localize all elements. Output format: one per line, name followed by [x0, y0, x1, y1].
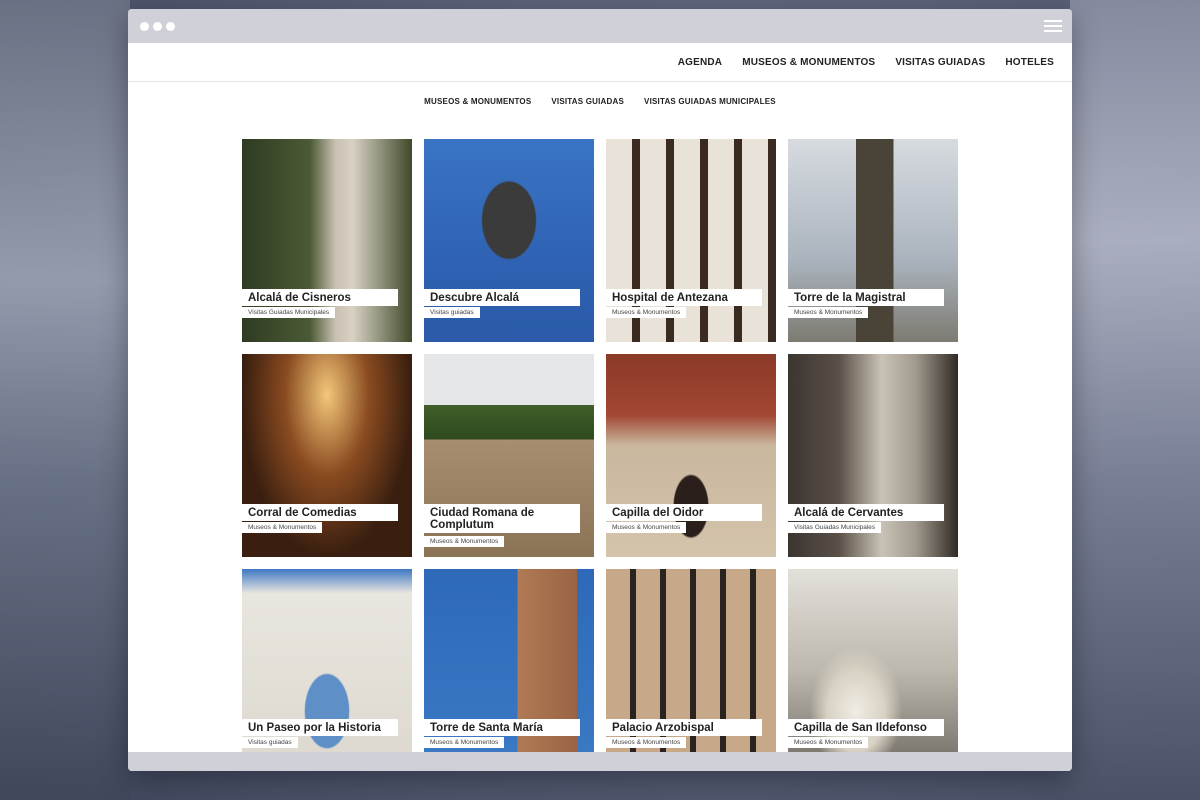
- card-hospital-de-antezana[interactable]: Hospital de Antezana Museos & Monumentos: [606, 139, 776, 342]
- card-category: Visitas Guiadas Municipales: [788, 522, 882, 533]
- hamburger-menu-icon[interactable]: [1044, 20, 1062, 32]
- nav-agenda[interactable]: AGENDA: [678, 57, 723, 68]
- card-torre-de-santa-maria[interactable]: Torre de Santa María Museos & Monumentos: [424, 569, 594, 771]
- card-palacio-arzobispal[interactable]: Palacio Arzobispal Museos & Monumentos: [606, 569, 776, 771]
- card-category: Visitas guiadas: [242, 737, 298, 748]
- card-category: Museos & Monumentos: [788, 307, 869, 318]
- nav-museos-monumentos[interactable]: MUSEOS & MONUMENTOS: [742, 57, 875, 68]
- card-title: Palacio Arzobispal: [606, 719, 762, 736]
- nav-hoteles[interactable]: HOTELES: [1005, 57, 1054, 68]
- background-right: [1070, 0, 1200, 800]
- filter-museos-monumentos[interactable]: MUSEOS & MONUMENTOS: [424, 97, 531, 106]
- card-title: Descubre Alcalá: [424, 289, 580, 306]
- card-title: Torre de Santa María: [424, 719, 580, 736]
- background-left: [0, 0, 130, 800]
- card-capilla-del-oidor[interactable]: Capilla del Oidor Museos & Monumentos: [606, 354, 776, 557]
- card-title: Torre de la Magistral: [788, 289, 944, 306]
- card-category: Visitas guiadas: [424, 307, 480, 318]
- card-category: Museos & Monumentos: [424, 737, 505, 748]
- window-dot-icon[interactable]: [166, 21, 175, 31]
- card-descubre-alcala[interactable]: Descubre Alcalá Visitas guiadas: [424, 139, 594, 342]
- window-controls[interactable]: [140, 21, 175, 31]
- filter-visitas-guiadas[interactable]: VISITAS GUIADAS: [551, 97, 624, 106]
- browser-window: AGENDA MUSEOS & MONUMENTOS VISITAS GUIAD…: [128, 9, 1072, 771]
- card-title: Un Paseo por la Historia: [242, 719, 398, 736]
- card-un-paseo-por-la-historia[interactable]: Un Paseo por la Historia Visitas guiadas: [242, 569, 412, 771]
- filter-visitas-guiadas-municipales[interactable]: VISITAS GUIADAS MUNICIPALES: [644, 97, 776, 106]
- window-dot-icon[interactable]: [153, 21, 162, 31]
- card-title: Alcalá de Cervantes: [788, 504, 944, 521]
- card-category: Museos & Monumentos: [788, 737, 869, 748]
- card-title: Hospital de Antezana: [606, 289, 762, 306]
- card-corral-de-comedias[interactable]: Corral de Comedias Museos & Monumentos: [242, 354, 412, 557]
- card-category: Museos & Monumentos: [606, 737, 687, 748]
- card-category: Museos & Monumentos: [606, 307, 687, 318]
- card-category: Museos & Monumentos: [606, 522, 687, 533]
- card-category: Museos & Monumentos: [424, 536, 505, 547]
- card-category: Visitas Guiadas Municipales: [242, 307, 336, 318]
- card-title: Alcalá de Cisneros: [242, 289, 398, 306]
- card-grid: Alcalá de Cisneros Visitas Guiadas Munic…: [242, 139, 958, 771]
- window-titlebar: [128, 9, 1072, 43]
- top-navigation: AGENDA MUSEOS & MONUMENTOS VISITAS GUIAD…: [128, 43, 1072, 82]
- card-title: Capilla del Oidor: [606, 504, 762, 521]
- card-title: Corral de Comedias: [242, 504, 398, 521]
- card-alcala-de-cervantes[interactable]: Alcalá de Cervantes Visitas Guiadas Muni…: [788, 354, 958, 557]
- card-title: Ciudad Romana de Complutum: [424, 504, 580, 533]
- window-dot-icon[interactable]: [140, 21, 149, 31]
- nav-visitas-guiadas[interactable]: VISITAS GUIADAS: [895, 57, 985, 68]
- card-torre-de-la-magistral[interactable]: Torre de la Magistral Museos & Monumento…: [788, 139, 958, 342]
- card-ciudad-romana-de-complutum[interactable]: Ciudad Romana de Complutum Museos & Monu…: [424, 354, 594, 557]
- window-bottom-bar: [128, 752, 1072, 771]
- card-title: Capilla de San Ildefonso: [788, 719, 944, 736]
- card-category: Museos & Monumentos: [242, 522, 323, 533]
- card-alcala-de-cisneros[interactable]: Alcalá de Cisneros Visitas Guiadas Munic…: [242, 139, 412, 342]
- category-filter-nav: MUSEOS & MONUMENTOS VISITAS GUIADAS VISI…: [128, 97, 1072, 106]
- card-capilla-de-san-ildefonso[interactable]: Capilla de San Ildefonso Museos & Monume…: [788, 569, 958, 771]
